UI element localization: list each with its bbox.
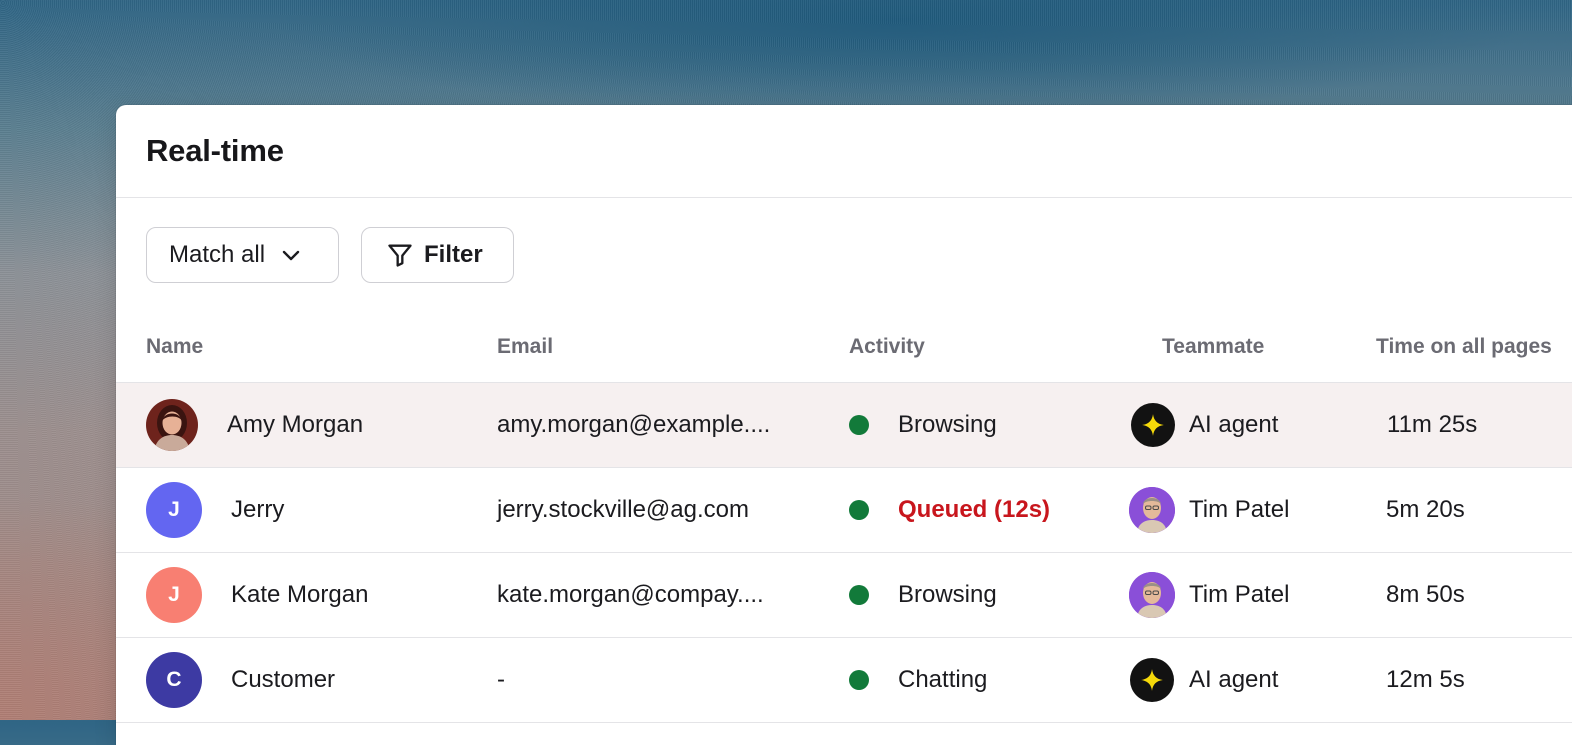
activity-cell: Browsing <box>849 383 997 467</box>
realtime-panel: Real-time Match all Filter Name Email Ac… <box>116 105 1572 745</box>
status-dot-icon <box>849 500 869 520</box>
filter-icon <box>386 241 414 269</box>
activity-label: Chatting <box>898 666 988 693</box>
teammate-name: Tim Patel <box>1189 581 1290 608</box>
customer-name[interactable]: Customer <box>231 666 335 694</box>
table-row[interactable]: C Customer - Chatting AI agent 12m 5s <box>116 638 1572 723</box>
panel-header: Real-time <box>116 105 1572 198</box>
name-cell: Amy Morgan <box>146 383 363 467</box>
time-cell: 11m 25s <box>1387 411 1478 438</box>
chevron-down-icon <box>279 243 303 267</box>
email-cell: - <box>497 666 505 693</box>
status-dot-icon <box>849 670 869 690</box>
teammate-cell: Tim Patel <box>1129 553 1289 637</box>
avatar <box>1129 572 1175 618</box>
email-cell: kate.morgan@compay.... <box>497 581 764 608</box>
email-cell: jerry.stockville@ag.com <box>497 496 749 523</box>
sparkle-star-icon <box>1130 658 1174 702</box>
activity-label: Queued (12s) <box>898 496 1051 523</box>
match-all-dropdown[interactable]: Match all <box>146 227 339 283</box>
status-dot-icon <box>849 415 869 435</box>
activity-label: Browsing <box>898 411 997 438</box>
avatar <box>1129 487 1175 533</box>
avatar: J <box>146 567 202 623</box>
column-header-time[interactable]: Time on all pages <box>1376 335 1552 359</box>
column-header-teammate[interactable]: Teammate <box>1162 335 1264 359</box>
teammate-cell: AI agent <box>1131 383 1278 467</box>
column-header-name[interactable]: Name <box>146 335 203 359</box>
sparkle-star-icon <box>1131 403 1175 447</box>
teammate-name: AI agent <box>1189 666 1279 693</box>
customer-name[interactable]: Kate Morgan <box>231 581 368 609</box>
match-all-label: Match all <box>169 241 266 268</box>
email-cell: amy.morgan@example.... <box>497 411 771 438</box>
customer-name[interactable]: Amy Morgan <box>227 411 363 439</box>
table-row[interactable]: Amy Morgan amy.morgan@example.... Browsi… <box>116 383 1572 468</box>
teammate-cell: Tim Patel <box>1129 468 1289 552</box>
avatar <box>146 399 198 451</box>
avatar: J <box>146 482 202 538</box>
status-dot-icon <box>849 585 869 605</box>
activity-cell: Chatting <box>849 638 987 722</box>
time-cell: 12m 5s <box>1386 666 1465 693</box>
column-header-email[interactable]: Email <box>497 335 553 359</box>
teammate-name: AI agent <box>1189 411 1279 438</box>
filter-button[interactable]: Filter <box>361 227 514 283</box>
time-cell: 8m 50s <box>1386 581 1465 608</box>
table-row[interactable]: J Jerry jerry.stockville@ag.com Queued (… <box>116 468 1572 553</box>
column-header-activity[interactable]: Activity <box>849 335 925 359</box>
toolbar: Match all Filter <box>146 227 514 283</box>
customer-name[interactable]: Jerry <box>231 496 284 524</box>
avatar: C <box>146 652 202 708</box>
table-row[interactable]: J Kate Morgan kate.morgan@compay.... Bro… <box>116 553 1572 638</box>
table-header: Name Email Activity Teammate Time on all… <box>116 313 1572 383</box>
realtime-table: Name Email Activity Teammate Time on all… <box>116 313 1572 723</box>
time-cell: 5m 20s <box>1386 496 1465 523</box>
teammate-name: Tim Patel <box>1189 496 1290 523</box>
name-cell: C Customer <box>146 638 335 722</box>
teammate-cell: AI agent <box>1130 638 1278 722</box>
page-title: Real-time <box>146 133 284 168</box>
activity-cell: Browsing <box>849 553 997 637</box>
name-cell: J Jerry <box>146 468 284 552</box>
filter-label: Filter <box>424 241 483 268</box>
activity-label: Browsing <box>898 581 997 608</box>
name-cell: J Kate Morgan <box>146 553 368 637</box>
activity-cell: Queued (12s) <box>849 468 1050 552</box>
